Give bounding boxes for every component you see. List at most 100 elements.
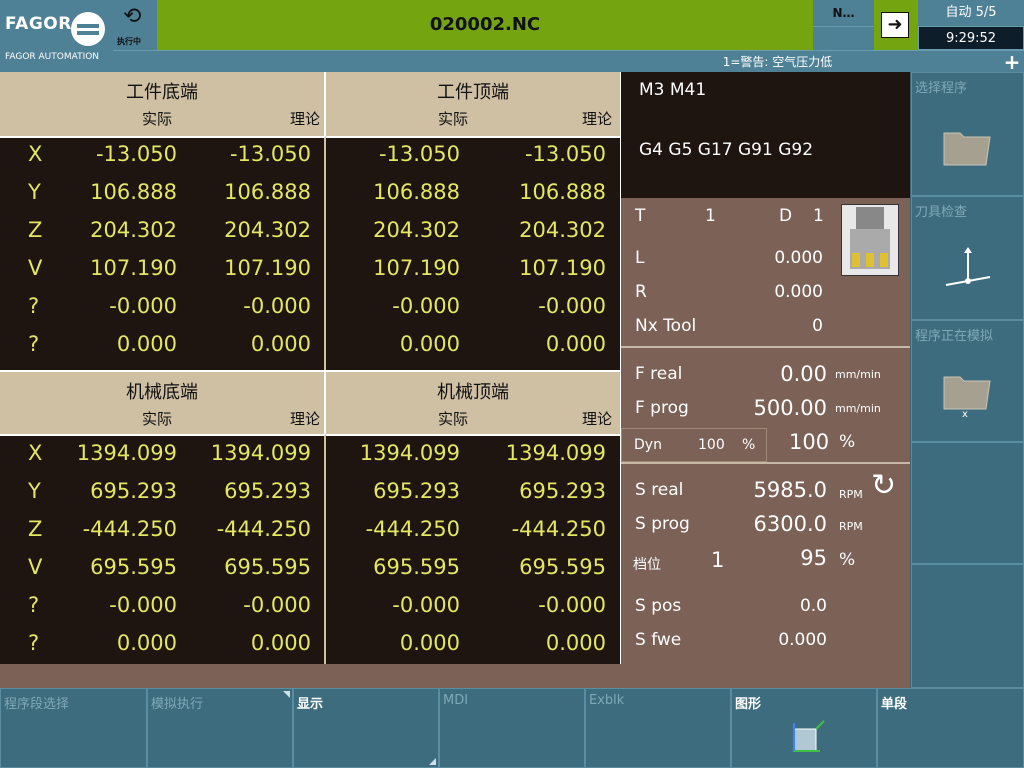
machine-axis-row-z: Z -444.250 -444.250 -444.250 -444.250	[0, 517, 620, 555]
bottom-theory: 0.000	[250, 631, 311, 655]
top-actual: 106.888	[373, 180, 460, 204]
top-actual: 695.293	[373, 479, 460, 503]
top-theory: 204.302	[519, 218, 606, 242]
bottom-actual: -13.050	[95, 142, 177, 166]
rotation-cw-icon: ↻	[871, 468, 897, 503]
g-codes: G4 G5 G17 G91 G92	[639, 140, 814, 160]
panel-title: 机械顶端	[437, 382, 509, 403]
bottom-actual: 107.190	[90, 256, 177, 280]
mode-indicator: 自动 5/5	[918, 0, 1024, 26]
theory-label: 理论	[582, 410, 613, 428]
dyn-label: Dyn	[634, 437, 662, 453]
axis-row-unknown-1: ? -0.000 -0.000 -0.000 -0.000	[0, 294, 620, 332]
execution-arrow[interactable]: ➜	[874, 0, 918, 50]
top-actual: 204.302	[373, 218, 460, 242]
softkey-empty-2[interactable]	[911, 564, 1024, 688]
cube-axes-icon	[793, 720, 825, 752]
r-value: 0.000	[774, 282, 823, 302]
d-value: 1	[813, 206, 824, 226]
softkey-single-block[interactable]: 单段	[877, 688, 1024, 768]
machine-bottom-header: 机械底端 实际 理论	[0, 370, 326, 434]
top-theory: -13.050	[524, 142, 606, 166]
submenu-corner-icon	[429, 758, 436, 765]
softkey-simulate[interactable]: 模拟执行	[147, 688, 293, 768]
bottom-actual: -0.000	[109, 593, 177, 617]
top-theory: 0.000	[545, 332, 606, 356]
fagor-logo-icon	[71, 12, 105, 46]
bottom-theory: -13.050	[229, 142, 311, 166]
block-number: N…	[813, 0, 874, 26]
folder-icon	[943, 132, 991, 166]
softkey-label: 选择程序	[915, 81, 968, 96]
s-prog-label: S prog	[635, 514, 690, 534]
block-number-sub	[813, 26, 874, 50]
bottom-spacer	[0, 664, 910, 688]
bottom-actual: 204.302	[90, 218, 177, 242]
softkey-label: 程序段选择	[4, 697, 70, 712]
softkey-label: 单段	[881, 697, 908, 712]
softkey-mdi[interactable]: MDI	[439, 688, 585, 768]
top-actual: -0.000	[392, 294, 460, 318]
clock: 9:29:52	[918, 26, 1024, 50]
softkey-display[interactable]: 显示	[293, 688, 439, 768]
feed-panel: F real 0.00 mm/min F prog 500.00 mm/min …	[621, 346, 910, 462]
f-prog-unit: mm/min	[835, 402, 881, 415]
machine-top-header: 机械顶端 实际 理论	[326, 370, 620, 434]
top-theory: 0.000	[545, 631, 606, 655]
axis-row-z: Z 204.302 204.302 204.302 204.302	[0, 218, 620, 256]
top-theory: 695.293	[519, 479, 606, 503]
bottom-theory: 0.000	[250, 332, 311, 356]
top-actual: 1394.099	[359, 441, 460, 465]
softkey-block-select[interactable]: 程序段选择	[0, 688, 147, 768]
dynamic-override-box: Dyn 100 %	[621, 428, 767, 462]
logo-subtitle: FAGOR AUTOMATION	[5, 52, 100, 62]
bottom-theory: 695.293	[224, 479, 311, 503]
s-fwe-label: S fwe	[635, 630, 682, 650]
softkey-label: Exblk	[589, 693, 625, 708]
expand-button[interactable]: +	[1000, 50, 1024, 73]
f-prog-label: F prog	[635, 398, 689, 418]
machine-axis-row-v: V 695.595 695.595 695.595 695.595	[0, 555, 620, 593]
submenu-corner-icon	[283, 691, 290, 698]
top-theory: 106.888	[519, 180, 606, 204]
bottom-theory: 204.302	[224, 218, 311, 242]
softkey-exblk[interactable]: Exblk	[585, 688, 731, 768]
s-prog-value: 6300.0	[753, 512, 827, 536]
milling-tool-icon	[841, 204, 899, 276]
softkey-select-program[interactable]: 选择程序	[911, 72, 1024, 196]
panel-title: 工件顶端	[437, 82, 509, 103]
softkey-graphics[interactable]: 图形	[731, 688, 877, 768]
softkey-empty-1[interactable]	[911, 442, 1024, 564]
axis-row-v: V 107.190 107.190 107.190 107.190	[0, 256, 620, 294]
bottom-theory: 106.888	[224, 180, 311, 204]
bottom-actual: 695.595	[90, 555, 177, 579]
right-arrow-box-icon: ➜	[881, 12, 909, 38]
spindle-override-value: 95	[800, 546, 827, 570]
top-actual: 0.000	[399, 332, 460, 356]
f-real-label: F real	[635, 364, 683, 384]
bottom-actual: -444.250	[82, 517, 177, 541]
theory-label: 理论	[290, 110, 321, 128]
top-theory: -444.250	[511, 517, 606, 541]
dyn-unit: %	[742, 437, 756, 453]
feed-override-unit: %	[839, 432, 856, 452]
top-actual: 695.595	[373, 555, 460, 579]
dyn-value: 100	[698, 437, 725, 453]
softkey-program-simulating[interactable]: 程序正在模拟 x	[911, 320, 1024, 442]
next-tool-label: Nx Tool	[635, 316, 697, 336]
panel-title: 工件底端	[126, 82, 198, 103]
softkey-label: 模拟执行	[151, 697, 204, 712]
top-theory: -0.000	[538, 593, 606, 617]
softkey-tool-check[interactable]: 刀具检查	[911, 196, 1024, 320]
top-actual: -444.250	[365, 517, 460, 541]
t-value: 1	[705, 206, 716, 226]
spindle-override-unit: %	[839, 550, 856, 570]
folder-sim-icon: x	[943, 376, 991, 417]
bottom-theory: 695.595	[224, 555, 311, 579]
axis-row-y: Y 106.888 106.888 106.888 106.888	[0, 180, 620, 218]
top-actual: 0.000	[399, 631, 460, 655]
machine-axis-row-x: X 1394.099 1394.099 1394.099 1394.099	[0, 441, 620, 479]
l-value: 0.000	[774, 248, 823, 268]
f-real-value: 0.00	[780, 362, 827, 386]
top-theory: -0.000	[538, 294, 606, 318]
